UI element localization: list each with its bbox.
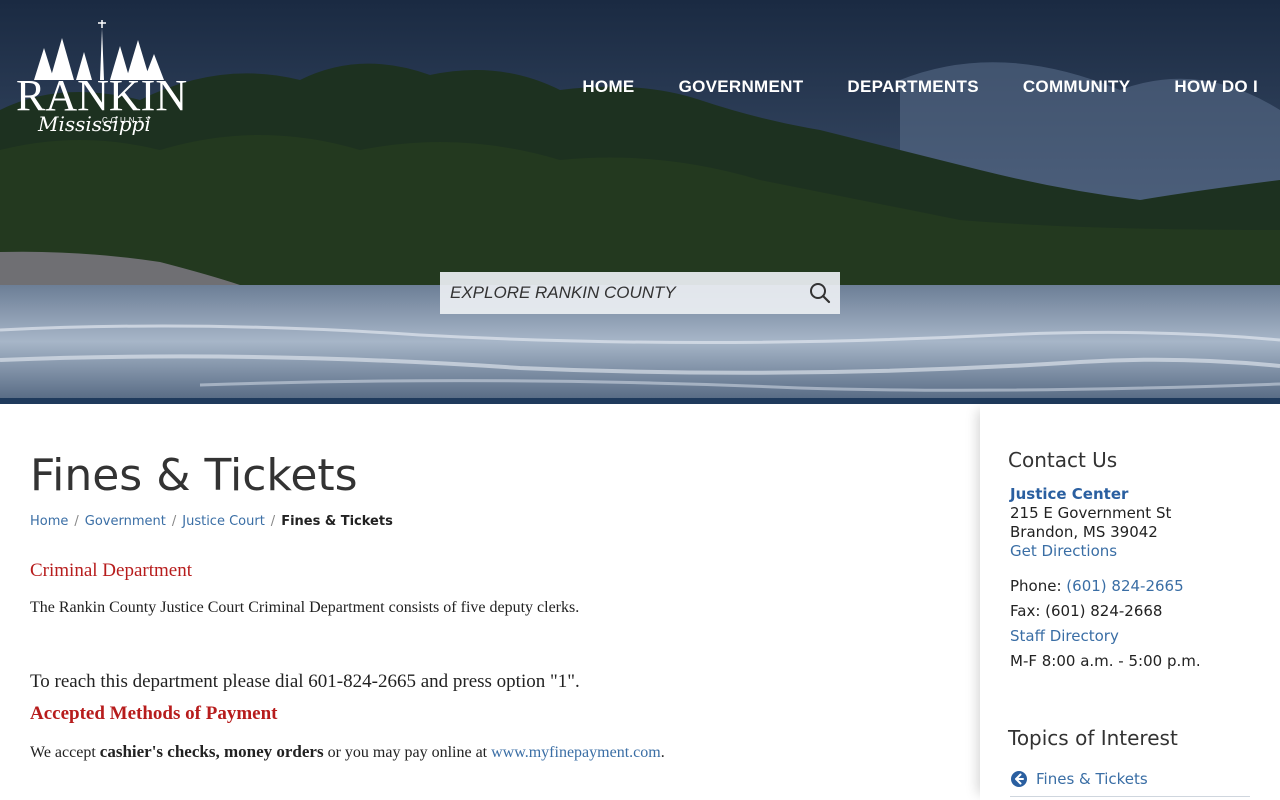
- payment-text-prefix: We accept: [30, 744, 100, 761]
- logo-state-script: Mississippi: [38, 112, 151, 136]
- online-payment-link[interactable]: www.myfinepayment.com: [491, 744, 661, 761]
- site-search: [440, 272, 840, 314]
- hero-banner: RANKIN COUNTY Mississippi HOME GOVERNMEN…: [0, 0, 1280, 398]
- get-directions-link[interactable]: Get Directions: [1010, 542, 1117, 560]
- topics-of-interest-heading: Topics of Interest: [1008, 726, 1178, 750]
- nav-community[interactable]: COMMUNITY: [1023, 77, 1131, 97]
- contact-sidebar: Contact Us Justice Center 215 E Governme…: [980, 404, 1280, 800]
- breadcrumb-current: Fines & Tickets: [281, 514, 393, 529]
- rankin-county-logo[interactable]: RANKIN COUNTY Mississippi: [14, 18, 187, 148]
- phone-label: Phone:: [1010, 577, 1067, 595]
- phone-row: Phone: (601) 824-2665: [1010, 577, 1184, 595]
- contact-us-heading: Contact Us: [1008, 448, 1118, 472]
- search-input[interactable]: [440, 272, 800, 314]
- breadcrumb-government[interactable]: Government: [85, 514, 166, 529]
- office-hours: M-F 8:00 a.m. - 5:00 p.m.: [1010, 652, 1201, 670]
- page-title: Fines & Tickets: [30, 450, 358, 501]
- address-line-2: Brandon, MS 39042: [1010, 523, 1158, 541]
- payment-methods-heading: Accepted Methods of Payment: [30, 703, 278, 724]
- criminal-department-text: The Rankin County Justice Court Criminal…: [30, 599, 580, 616]
- breadcrumb-separator: /: [171, 514, 177, 529]
- payment-accepted-types: cashier's checks, money orders: [99, 742, 324, 761]
- main-nav: HOME GOVERNMENT DEPARTMENTS COMMUNITY HO…: [582, 77, 1258, 97]
- staff-directory-row: Staff Directory: [1010, 627, 1119, 645]
- arrow-left-circle-icon: [1011, 771, 1027, 787]
- breadcrumb-home[interactable]: Home: [30, 514, 68, 529]
- payment-methods-text: We accept cashier's checks, money orders…: [30, 742, 665, 762]
- nav-government[interactable]: GOVERNMENT: [679, 77, 804, 97]
- breadcrumb: Home / Government / Justice Court / Fines & Ti…: [30, 514, 393, 529]
- breadcrumb-separator: /: [74, 514, 79, 529]
- staff-directory-link[interactable]: Staff Directory: [1010, 627, 1119, 645]
- fax-row: Fax: (601) 824-2668: [1010, 602, 1163, 620]
- breadcrumb-separator: /: [270, 514, 276, 529]
- address-line-1: 215 E Government St: [1010, 504, 1172, 522]
- criminal-department-heading: Criminal Department: [30, 560, 192, 581]
- reach-department-text: To reach this department please dial 601…: [30, 671, 580, 692]
- office-name: Justice Center: [1010, 485, 1128, 503]
- topic-fines-tickets[interactable]: Fines & Tickets: [1010, 770, 1250, 797]
- nav-departments[interactable]: DEPARTMENTS: [847, 77, 978, 97]
- topic-fines-tickets-label: Fines & Tickets: [1036, 770, 1148, 788]
- nav-how-do-i[interactable]: HOW DO I: [1174, 77, 1258, 97]
- nav-home[interactable]: HOME: [582, 77, 634, 97]
- get-directions-link-row: Get Directions: [1010, 542, 1117, 560]
- breadcrumb-justice-court[interactable]: Justice Court: [182, 514, 265, 529]
- search-icon[interactable]: [808, 281, 832, 305]
- phone-link[interactable]: (601) 824-2665: [1066, 577, 1183, 595]
- office-name-text: Justice Center: [1010, 485, 1129, 503]
- payment-text-middle: or you may pay online at: [323, 744, 492, 761]
- payment-text-suffix: .: [660, 744, 665, 761]
- river-landscape-image: [0, 0, 1280, 398]
